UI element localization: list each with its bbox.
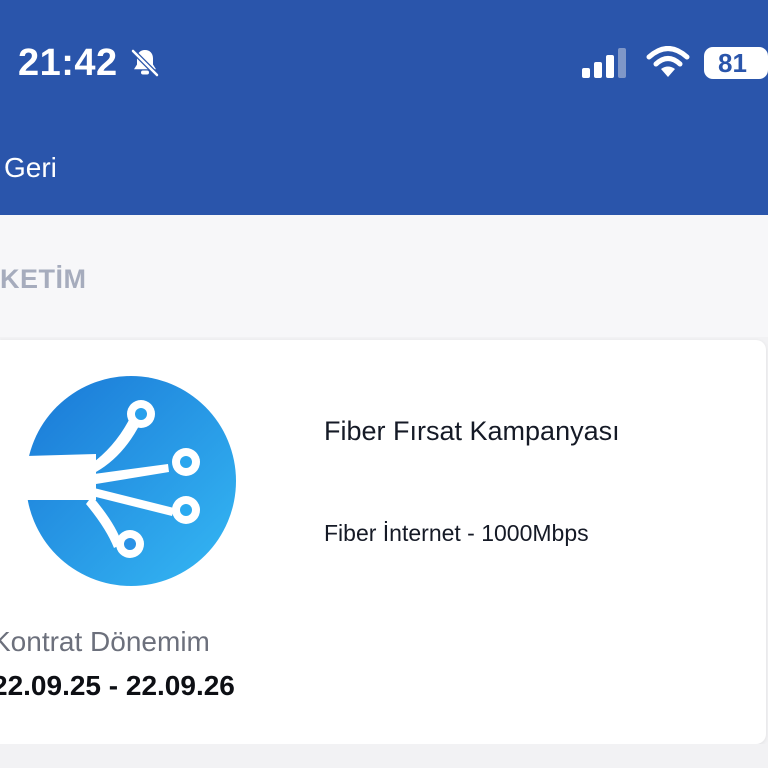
cellular-signal-icon	[582, 48, 626, 78]
contract-period-label: Kontrat Dönemim	[0, 626, 210, 657]
page-background	[0, 744, 768, 768]
wifi-icon	[646, 46, 690, 77]
status-time: 21:42	[18, 42, 118, 84]
contract-period-dates: 22.09.25 - 22.09.26	[0, 670, 235, 701]
package-name: Fiber Fırsat Kampanyası	[324, 416, 620, 446]
battery-icon: 81	[704, 47, 768, 79]
back-button[interactable]: Geri	[4, 150, 57, 186]
package-card[interactable]: Fiber Fırsat Kampanyası Fiber İnternet -…	[0, 340, 766, 744]
bell-slash-icon	[130, 48, 160, 78]
fiber-optic-icon	[26, 376, 236, 586]
section-title: KETİM	[0, 264, 87, 294]
package-detail: Fiber İnternet - 1000Mbps	[324, 520, 589, 546]
app-header: 21:42 81 Geri	[0, 0, 768, 215]
section-header	[0, 215, 768, 337]
